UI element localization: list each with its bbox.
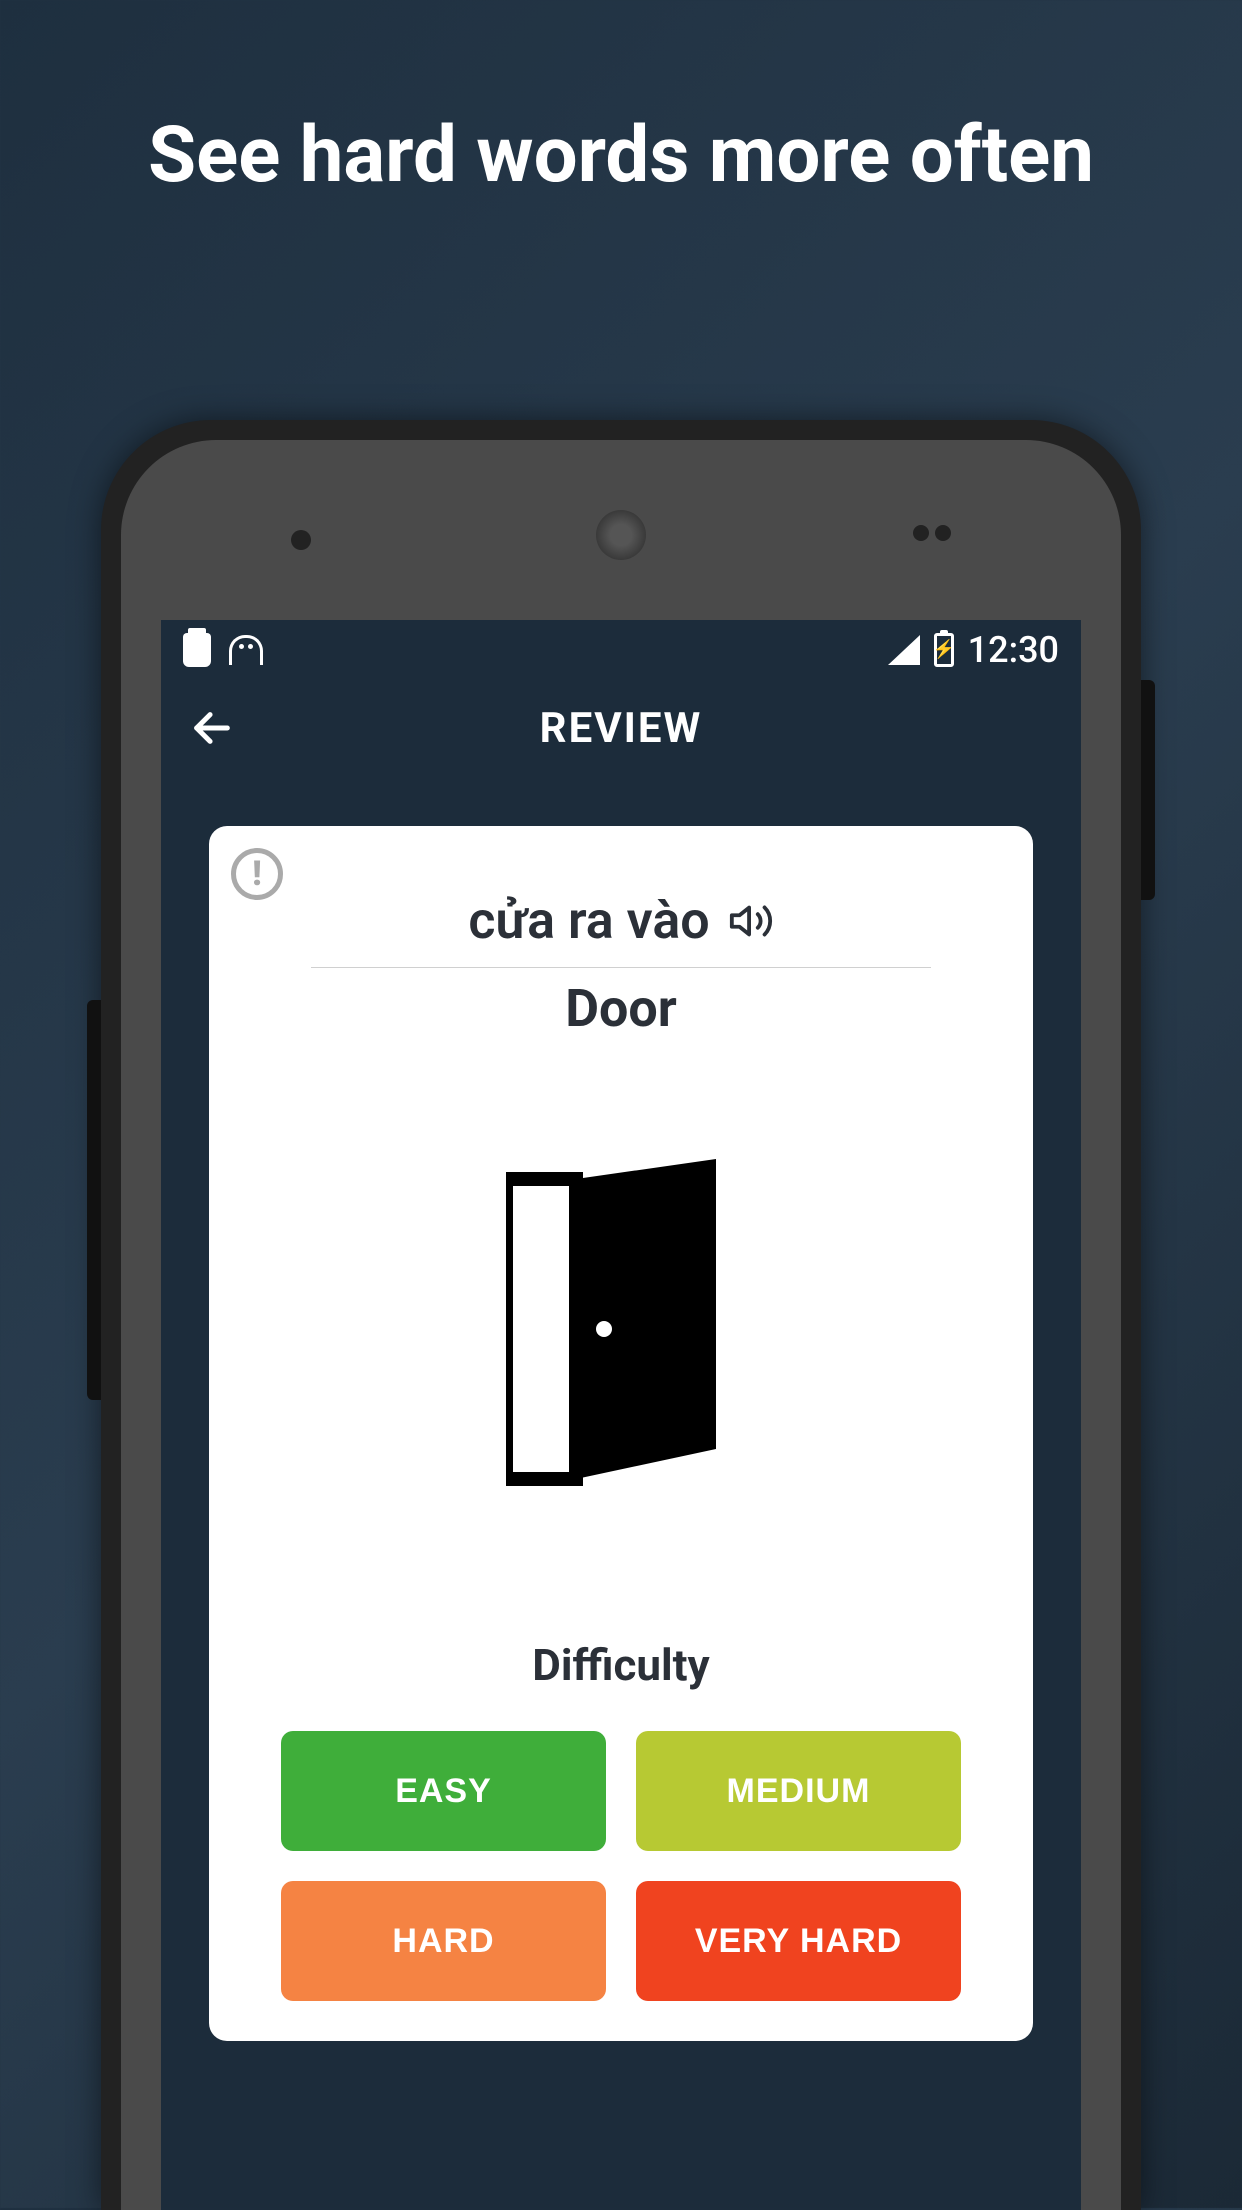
phone-earpiece [596,510,646,560]
phone-frame: ⚡ 12:30 REVIEW ! cửa ra vào [101,420,1141,2210]
phone-screen: ⚡ 12:30 REVIEW ! cửa ra vào [161,620,1081,2210]
word-illustration [231,1159,1011,1489]
page-title: REVIEW [161,704,1081,753]
status-bar: ⚡ 12:30 [161,620,1081,680]
easy-button[interactable]: EASY [281,1731,606,1851]
promo-title: See hard words more often [0,0,1242,201]
play-audio-button[interactable] [728,898,774,944]
arrow-left-icon [189,705,235,751]
phone-bezel: ⚡ 12:30 REVIEW ! cửa ra vào [121,440,1121,2210]
status-time: 12:30 [968,629,1059,671]
speaker-icon [728,898,774,944]
hard-button[interactable]: HARD [281,1881,606,2001]
back-button[interactable] [161,705,263,751]
signal-icon [888,635,920,665]
phone-camera [913,525,951,541]
native-word: Door [231,978,1011,1039]
phone-volume-rocker [87,1000,101,1400]
foreign-word: cửa ra vào [468,890,709,951]
very-hard-button[interactable]: VERY HARD [636,1881,961,2001]
android-debug-icon [229,635,263,665]
phone-sensor [291,530,311,550]
phone-power-button [1141,680,1155,900]
flashcard: ! cửa ra vào Door [209,826,1033,2041]
sd-card-icon [183,633,211,667]
difficulty-buttons: EASY MEDIUM HARD VERY HARD [231,1731,1011,2001]
app-header: REVIEW [161,680,1081,776]
divider [311,967,931,968]
medium-button[interactable]: MEDIUM [636,1731,961,1851]
battery-charging-icon: ⚡ [934,633,954,667]
difficulty-label: Difficulty [231,1639,1011,1691]
door-icon [506,1159,736,1489]
